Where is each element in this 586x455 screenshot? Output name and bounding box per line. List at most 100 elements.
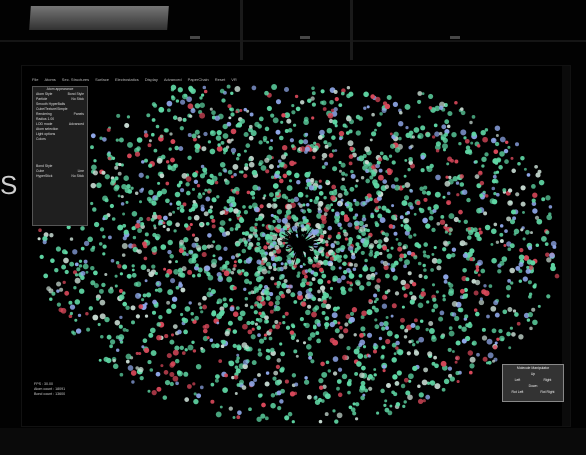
atom-particle: [473, 227, 478, 233]
atom-particle: [481, 164, 485, 168]
atom-particle: [210, 382, 215, 387]
no-stick-button[interactable]: No Stick: [71, 97, 84, 102]
atom-particle: [230, 199, 236, 204]
atom-particle: [138, 366, 144, 373]
atom-particle: [435, 290, 439, 294]
atom-particle: [118, 137, 124, 143]
atom-particle: [317, 134, 323, 140]
hyperstick-button[interactable]: HyperStick: [36, 174, 52, 179]
atom-particle: [374, 318, 378, 322]
atom-particle: [148, 139, 152, 143]
atom-particle: [329, 100, 334, 105]
atom-particle: [210, 244, 214, 248]
atom-particle: [494, 312, 500, 318]
atom-particle: [337, 202, 341, 206]
atom-particle: [471, 115, 476, 119]
atom-particle: [249, 381, 255, 387]
atom-particle: [198, 192, 202, 196]
atom-particle: [306, 281, 310, 286]
menu-sec-structures[interactable]: Sec. Structures: [62, 77, 89, 82]
menu-reset[interactable]: Reset: [215, 77, 225, 82]
atom-particle: [303, 322, 307, 326]
manip-right-button[interactable]: Right: [543, 377, 551, 383]
menu-atoms[interactable]: Atoms: [44, 77, 55, 82]
atom-particle: [74, 262, 79, 267]
atom-particle: [197, 135, 201, 139]
atom-particle: [374, 307, 379, 313]
atom-particle: [172, 115, 178, 120]
atom-particle: [272, 249, 277, 254]
colors-button[interactable]: Colors: [36, 137, 46, 142]
atom-particle: [545, 230, 550, 235]
atom-particle: [447, 366, 453, 371]
atom-particle: [239, 118, 246, 124]
atom-particle: [229, 227, 234, 232]
atom-particle: [349, 281, 353, 285]
advanced-button[interactable]: Advanced: [69, 122, 84, 127]
atom-particle: [256, 237, 261, 241]
atom-particle: [136, 137, 143, 143]
manip-left-button[interactable]: Left: [515, 377, 521, 383]
atom-particle: [174, 358, 180, 364]
atom-particle: [136, 146, 141, 151]
atom-particle: [258, 311, 262, 316]
atom-particle: [386, 383, 391, 388]
atom-particle: [391, 204, 395, 208]
atom-particle: [514, 312, 519, 317]
atom-particle: [175, 285, 180, 290]
menu-display[interactable]: Display: [145, 77, 158, 82]
atom-particle: [123, 229, 129, 235]
atom-particle: [327, 280, 331, 284]
manip-rot-left-button[interactable]: Rot Left: [511, 389, 523, 395]
atom-particle: [275, 99, 282, 105]
atom-particle: [349, 316, 355, 323]
menu-paperchain[interactable]: PaperChain: [188, 77, 209, 82]
atom-particle: [516, 321, 521, 326]
atom-particle: [125, 353, 132, 360]
atom-particle: [342, 261, 347, 266]
manip-up-button[interactable]: Up: [531, 371, 535, 377]
atom-particle: [381, 231, 386, 236]
menu-surface[interactable]: Surface: [95, 77, 109, 82]
atom-particle: [223, 246, 228, 251]
atom-particle: [71, 330, 75, 334]
menu-electrostatics[interactable]: Electrostatics: [115, 77, 139, 82]
atom-particle: [356, 361, 362, 367]
atom-particle: [362, 265, 369, 272]
atom-particle: [349, 186, 355, 192]
atom-particle: [427, 351, 433, 357]
manip-rot-right-button[interactable]: Rot Right: [540, 389, 554, 395]
atom-particle: [162, 221, 166, 225]
atom-particle: [314, 305, 320, 311]
atom-particle: [248, 161, 255, 168]
atom-particle: [371, 112, 375, 117]
atom-particle: [531, 184, 536, 189]
atom-particle: [85, 311, 89, 316]
atom-particle: [69, 304, 76, 310]
molecule-viewport[interactable]: [30, 84, 562, 424]
atom-particle: [430, 268, 434, 272]
atom-particle: [322, 299, 327, 304]
atom-particle: [342, 354, 348, 361]
atom-particle: [297, 191, 304, 198]
atom-particle: [376, 278, 381, 283]
atom-particle: [313, 271, 319, 277]
atom-particle: [130, 305, 136, 311]
atom-particle: [172, 324, 178, 329]
atom-particle: [310, 359, 315, 364]
atom-particle: [171, 95, 175, 99]
menu-advanced[interactable]: Advanced: [164, 77, 182, 82]
panel-row[interactable]: HyperStick No Stick: [33, 174, 87, 179]
menu-file[interactable]: File: [32, 77, 38, 82]
atom-particle: [216, 195, 220, 199]
no-stick-button[interactable]: No Stick: [71, 174, 84, 179]
atom-particle: [332, 166, 338, 172]
atom-particle: [481, 289, 487, 295]
atom-particle: [388, 224, 394, 229]
atom-particle: [359, 333, 364, 338]
manip-down-button[interactable]: Down: [529, 383, 538, 389]
menu-vr[interactable]: VR: [231, 77, 237, 82]
atom-particle: [364, 258, 368, 263]
panels-button[interactable]: Panels: [74, 112, 84, 117]
atom-particle: [355, 114, 361, 120]
